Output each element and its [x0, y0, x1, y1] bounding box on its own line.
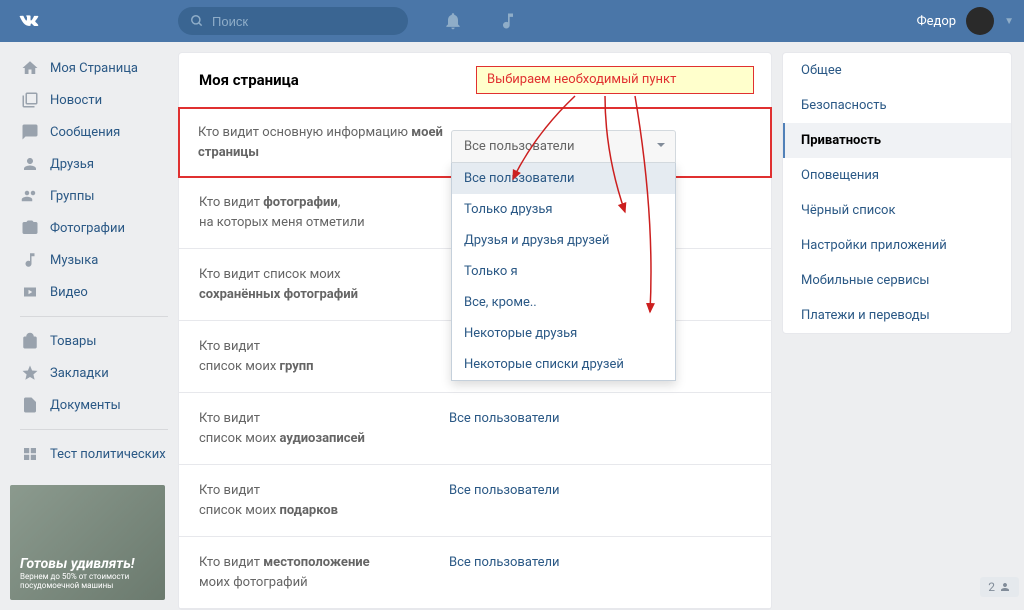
nav-groups[interactable]: Группы [10, 180, 178, 212]
search-box[interactable] [178, 7, 408, 35]
star-icon [20, 363, 40, 383]
avatar [966, 7, 994, 35]
left-sidebar: Моя Страница Новости Сообщения Друзья Гр… [0, 52, 178, 610]
nav-bookmarks[interactable]: Закладки [10, 357, 178, 389]
setting-label: Кто видит список моих сохранённых фотогр… [199, 265, 449, 304]
video-icon [20, 282, 40, 302]
setting-label: Кто видит местоположение моих фотографий [199, 553, 449, 592]
setting-row: Кто видит список моих аудиозаписейВсе по… [179, 393, 771, 465]
nav-video[interactable]: Видео [10, 276, 178, 308]
privacy-dropdown[interactable]: Все пользователи Все пользователиТолько … [451, 130, 676, 381]
nav-app[interactable]: Тест политических [10, 438, 178, 470]
settings-tab[interactable]: Оповещения [783, 158, 1011, 193]
camera-icon [20, 218, 40, 238]
nav-label: Фотографии [50, 221, 125, 236]
ad-title: Готовы удивлять! [20, 556, 165, 572]
header-icons [443, 11, 518, 31]
nav-photos[interactable]: Фотографии [10, 212, 178, 244]
nav-label: Группы [50, 189, 94, 204]
ad-banner[interactable]: Готовы удивлять! Вернем до 50% от стоимо… [10, 485, 165, 600]
nav-my-page[interactable]: Моя Страница [10, 52, 178, 84]
message-icon [20, 122, 40, 142]
nav-label: Видео [50, 285, 88, 300]
setting-label: Кто видит список моих групп [199, 337, 449, 376]
home-icon [20, 58, 40, 78]
nav-messages[interactable]: Сообщения [10, 116, 178, 148]
nav-label: Новости [50, 93, 102, 108]
people-icon [20, 186, 40, 206]
dropdown-option[interactable]: Только друзья [452, 194, 675, 225]
dropdown-selected[interactable]: Все пользователи [451, 130, 676, 163]
chevron-down-icon [657, 143, 665, 147]
settings-tab[interactable]: Настройки приложений [783, 228, 1011, 263]
username: Федор [917, 14, 957, 29]
dropdown-option[interactable]: Некоторые списки друзей [452, 349, 675, 380]
dropdown-option[interactable]: Все, кроме.. [452, 287, 675, 318]
dropdown-option[interactable]: Все пользователи [452, 163, 675, 194]
nav-divider [20, 429, 168, 430]
newspaper-icon [20, 90, 40, 110]
settings-tab[interactable]: Безопасность [783, 88, 1011, 123]
music-icon[interactable] [498, 11, 518, 31]
settings-tab[interactable]: Мобильные сервисы [783, 263, 1011, 298]
person-icon [999, 581, 1011, 593]
dropdown-selected-text: Все пользователи [464, 139, 575, 154]
nav-divider [20, 316, 168, 317]
nav-label: Документы [50, 398, 121, 413]
setting-value[interactable]: Все пользователи [449, 481, 560, 520]
nav-label: Тест политических [50, 447, 166, 462]
search-input[interactable] [212, 14, 396, 29]
dropdown-option[interactable]: Друзья и друзья друзей [452, 225, 675, 256]
chevron-down-icon: ▼ [1004, 16, 1014, 27]
setting-row: Кто видит местоположение моих фотографий… [179, 537, 771, 609]
settings-tab[interactable]: Приватность [783, 123, 1011, 158]
nav-market[interactable]: Товары [10, 325, 178, 357]
user-menu[interactable]: Федор ▼ [917, 7, 1014, 35]
setting-label: Кто видит фотографии, на которых меня от… [199, 193, 449, 232]
nav-documents[interactable]: Документы [10, 389, 178, 421]
friends-count: 2 [988, 580, 995, 594]
apps-icon [20, 444, 40, 464]
nav-label: Товары [50, 334, 96, 349]
nav-music[interactable]: Музыка [10, 244, 178, 276]
nav-news[interactable]: Новости [10, 84, 178, 116]
nav-label: Музыка [50, 253, 98, 268]
person-icon [20, 154, 40, 174]
notifications-icon[interactable] [443, 11, 463, 31]
settings-tab[interactable]: Общее [783, 53, 1011, 88]
nav-friends[interactable]: Друзья [10, 148, 178, 180]
nav-label: Друзья [50, 157, 94, 172]
nav-label: Закладки [50, 366, 109, 381]
annotation-callout: Выбираем необходимый пункт [476, 66, 754, 94]
dropdown-list: Все пользователиТолько друзьяДрузья и др… [451, 163, 676, 381]
settings-tab[interactable]: Платежи и переводы [783, 298, 1011, 333]
ad-subtitle: Вернем до 50% от стоимости посудомоечной… [20, 572, 165, 590]
settings-tab[interactable]: Чёрный список [783, 193, 1011, 228]
document-icon [20, 395, 40, 415]
right-sidebar: ОбщееБезопасностьПриватностьОповещенияЧё… [782, 52, 1012, 334]
setting-label: Кто видит список моих подарков [199, 481, 449, 520]
dropdown-option[interactable]: Некоторые друзья [452, 318, 675, 349]
setting-label: Кто видит основную информацию моей стран… [198, 123, 448, 162]
vk-logo[interactable] [15, 7, 43, 35]
setting-value[interactable]: Все пользователи [449, 409, 560, 448]
search-icon [190, 14, 204, 28]
nav-label: Моя Страница [50, 61, 138, 76]
dropdown-option[interactable]: Только я [452, 256, 675, 287]
music-note-icon [20, 250, 40, 270]
setting-label: Кто видит список моих аудиозаписей [199, 409, 449, 448]
top-header: Федор ▼ [0, 0, 1024, 42]
bag-icon [20, 331, 40, 351]
setting-row: Кто видит список моих подарковВсе пользо… [179, 465, 771, 537]
setting-value[interactable]: Все пользователи [449, 553, 560, 592]
friends-online-badge[interactable]: 2 [980, 577, 1019, 597]
nav-label: Сообщения [50, 125, 120, 140]
